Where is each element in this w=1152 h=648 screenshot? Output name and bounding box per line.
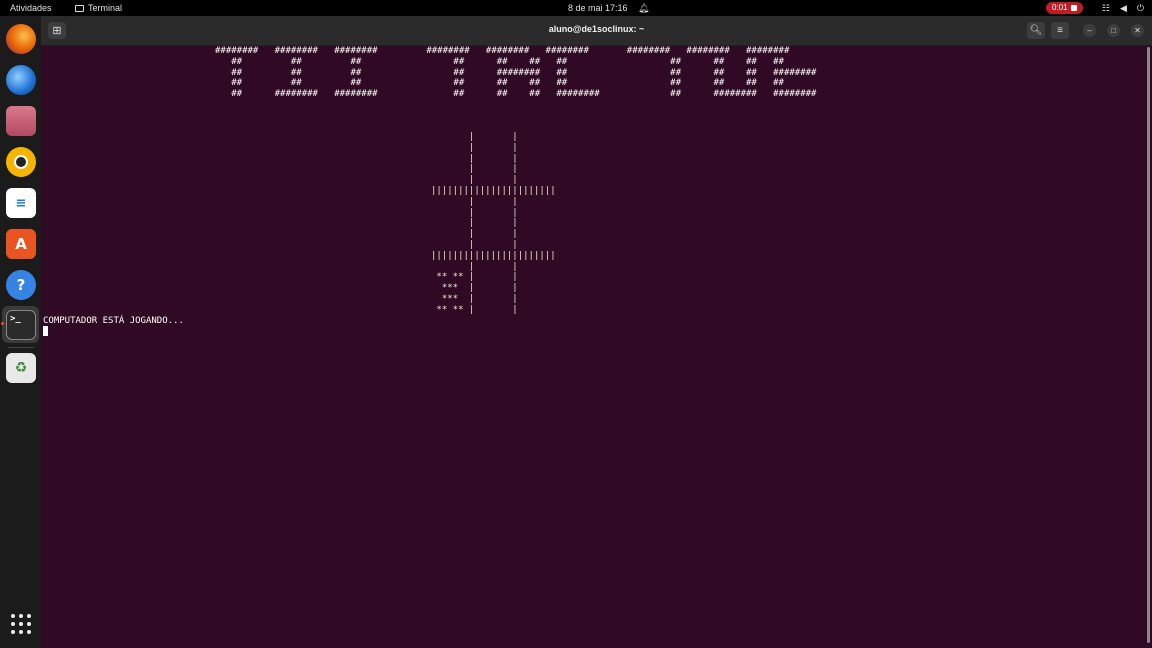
minimize-icon: –: [1087, 26, 1092, 35]
help-icon[interactable]: ?: [6, 270, 36, 300]
stop-recording-icon: [1070, 5, 1077, 11]
dock: ≡ A ? >_ ♻: [0, 16, 41, 648]
close-button[interactable]: ✕: [1131, 24, 1144, 37]
hamburger-menu-icon: ≡: [1057, 25, 1063, 36]
clock[interactable]: 8 de mai 17:16: [568, 2, 628, 14]
app-menu-label: Terminal: [88, 3, 123, 13]
firefox-icon[interactable]: [6, 24, 36, 54]
notification-bell-icon[interactable]: 🔔︎: [638, 2, 649, 14]
terminal-app-icon: [75, 4, 84, 12]
window-header: ⊞ aluno@de1soclinux: ~ 🔍︎ ≡ – □ ✕: [41, 16, 1152, 46]
app-center-icon[interactable]: A: [6, 229, 36, 259]
menu-button[interactable]: ≡: [1051, 22, 1069, 39]
libreoffice-writer-icon[interactable]: ≡: [6, 188, 36, 218]
screen-recording-indicator[interactable]: 0:01: [1046, 2, 1083, 14]
activities-button[interactable]: Atividades: [10, 2, 52, 14]
search-icon: 🔍︎: [1029, 25, 1043, 36]
maximize-button[interactable]: □: [1107, 24, 1120, 37]
power-icon: ⏻: [1136, 3, 1144, 13]
network-icon: ☷: [1101, 3, 1110, 13]
maximize-icon: □: [1111, 26, 1116, 35]
show-apps-grid-icon[interactable]: [11, 614, 31, 634]
scrollbar[interactable]: [1147, 47, 1150, 643]
thunderbird-icon[interactable]: [6, 65, 36, 95]
text-cursor[interactable]: [43, 326, 48, 336]
rhythmbox-icon[interactable]: [6, 147, 36, 177]
minimize-button[interactable]: –: [1083, 24, 1096, 37]
tic-tac-toe-banner: ######## ######## ######## ######## ####…: [215, 46, 817, 100]
recording-time: 0:01: [1052, 3, 1068, 12]
game-board: | | | | | | | | | | ||||||||||||||||||||…: [431, 132, 556, 315]
close-icon: ✕: [1134, 26, 1141, 35]
dock-separator: [8, 347, 34, 348]
system-tray[interactable]: ☷ ◀ ⏻: [1102, 2, 1144, 14]
status-message: COMPUTADOR ESTÁ JOGANDO...: [43, 316, 184, 326]
terminal-icon[interactable]: >_: [6, 310, 36, 340]
window-title: aluno@de1soclinux: ~: [548, 24, 645, 34]
running-indicator: [1, 322, 4, 325]
volume-icon: ◀: [1119, 3, 1127, 13]
trash-icon[interactable]: ♻: [6, 353, 36, 383]
top-bar: Atividades Terminal 8 de mai 17:16 🔔︎ 0:…: [0, 0, 1152, 16]
app-menu[interactable]: Terminal: [75, 2, 122, 14]
search-button[interactable]: 🔍︎: [1027, 22, 1045, 39]
terminal-window: ⊞ aluno@de1soclinux: ~ 🔍︎ ≡ – □ ✕ ######…: [41, 16, 1152, 648]
files-icon[interactable]: [6, 106, 36, 136]
